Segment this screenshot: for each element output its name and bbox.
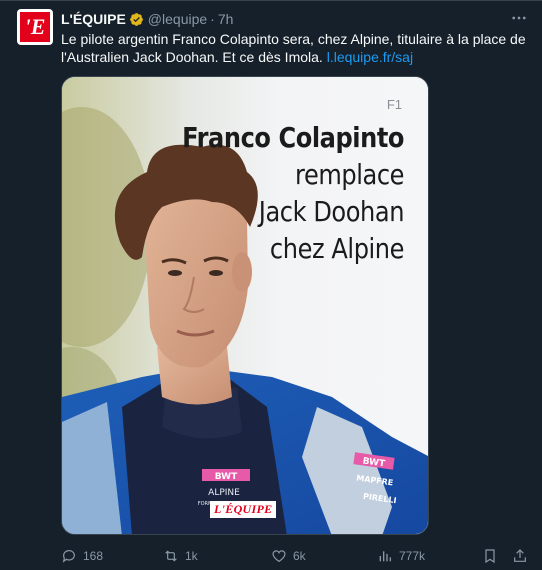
reply-icon (62, 550, 75, 563)
headline-line: chez Alpine (269, 232, 405, 265)
tweet-link[interactable]: l.lequipe.fr/saj (327, 49, 413, 65)
author-name[interactable]: L'ÉQUIPE (61, 11, 126, 27)
media-category-tag: F1 (386, 97, 402, 112)
share-icon (514, 549, 526, 562)
retweet-count: 1k (185, 549, 198, 563)
like-button[interactable]: 6k (271, 546, 306, 566)
share-button[interactable] (512, 546, 534, 566)
tweet-header: L'ÉQUIPE @lequipe · 7h (61, 10, 233, 28)
bookmark-icon (485, 549, 495, 564)
more-icon[interactable] (509, 9, 529, 27)
tweet-media-image[interactable]: BWT ALPINE FORMULA ONE TEAM BWT MAPFRE P… (61, 76, 429, 535)
verified-badge-icon (129, 12, 143, 26)
tweet-body: Le pilote argentin Franco Colapinto sera… (61, 31, 526, 65)
author-avatar[interactable]: 'E (17, 9, 53, 45)
media-headline: Franco Colapinto remplace Jack Doohan ch… (146, 119, 404, 267)
headline-line: Jack Doohan (258, 195, 405, 228)
views-icon (379, 551, 391, 562)
retweet-button[interactable]: 1k (163, 546, 198, 566)
bookmark-button[interactable] (482, 546, 504, 566)
author-handle[interactable]: @lequipe (148, 11, 207, 27)
views-button[interactable]: 777k (377, 546, 425, 566)
heart-icon (272, 550, 286, 563)
jacket-bwt-chest: BWT (215, 472, 238, 482)
headline-name: Franco Colapinto (182, 121, 404, 154)
reply-count: 168 (83, 549, 104, 563)
reply-button[interactable]: 168 (61, 546, 103, 566)
jacket-alpine: ALPINE (208, 488, 240, 498)
tweet[interactable]: 'E L'ÉQUIPE @lequipe · 7h Le pilote arge… (0, 0, 542, 570)
view-count: 777k (399, 549, 426, 563)
retweet-icon (165, 550, 177, 562)
tweet-time[interactable]: 7h (218, 11, 234, 27)
lequipe-watermark: L'ÉQUIPE (210, 501, 277, 518)
headline-line: remplace (295, 158, 404, 191)
separator-dot: · (210, 11, 215, 27)
tweet-actions: 168 1k 6k 777k (61, 546, 531, 566)
tweet-text: Le pilote argentin Franco Colapinto sera… (61, 30, 531, 66)
lequipe-logo: 'E (20, 12, 50, 42)
like-count: 6k (293, 549, 306, 563)
avatar-letter: 'E (24, 14, 46, 39)
